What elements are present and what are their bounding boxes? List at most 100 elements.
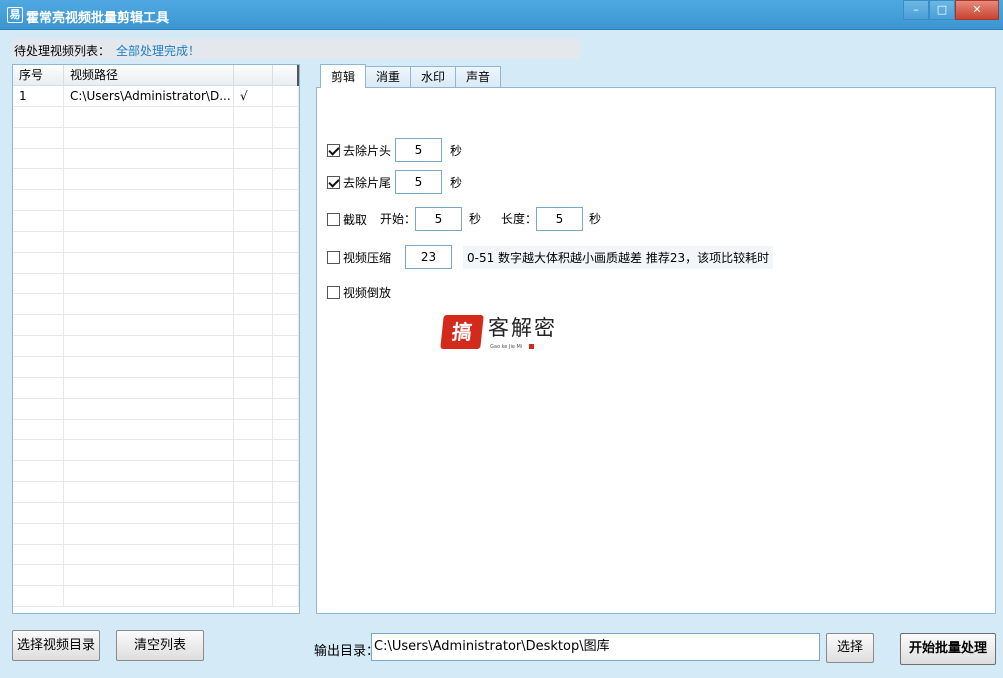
table-row[interactable]	[13, 356, 299, 378]
remove-head-option[interactable]: 去除片头	[327, 142, 391, 159]
table-row[interactable]	[13, 336, 299, 357]
extra-cell	[273, 440, 299, 461]
compress-crf-input[interactable]: 23	[405, 245, 452, 269]
status-cell	[234, 398, 273, 419]
table-row[interactable]	[13, 502, 299, 524]
index-cell	[13, 461, 64, 482]
index-cell	[13, 231, 64, 252]
reverse-option[interactable]: 视频倒放	[327, 284, 391, 301]
maximize-button[interactable]: □	[929, 0, 955, 20]
video-list[interactable]: 序号 视频路径 1 C:\Users\Administrator\D... √	[12, 64, 300, 614]
remove-tail-seconds-input[interactable]: 5	[395, 170, 442, 194]
clip-option[interactable]: 截取	[327, 211, 367, 228]
index-cell	[13, 273, 64, 294]
table-row[interactable]	[13, 211, 299, 232]
clear-list-button[interactable]: 清空列表	[116, 630, 204, 661]
table-row[interactable]	[13, 294, 299, 316]
remove-tail-option[interactable]: 去除片尾	[327, 174, 391, 191]
select-video-dir-button[interactable]: 选择视频目录	[12, 630, 100, 661]
extra-cell	[273, 252, 299, 273]
extra-cell	[273, 190, 299, 211]
path-cell	[64, 315, 234, 336]
table-row[interactable]: 1 C:\Users\Administrator\D... √	[13, 86, 299, 107]
table-row[interactable]	[13, 586, 299, 608]
remove-head-seconds-input[interactable]: 5	[395, 138, 442, 162]
extra-cell	[273, 482, 299, 502]
clip-start-input[interactable]: 5	[415, 207, 462, 231]
remove-head-label: 去除片头	[343, 144, 392, 158]
index-cell	[13, 315, 64, 336]
remove-head-checkbox[interactable]	[327, 144, 340, 157]
index-cell	[13, 356, 64, 377]
clip-checkbox[interactable]	[327, 213, 340, 226]
path-cell	[64, 211, 234, 231]
extra-cell	[273, 502, 299, 523]
start-batch-button[interactable]: 开始批量处理	[900, 633, 996, 665]
close-button[interactable]: ✕	[955, 0, 999, 20]
extra-cell	[273, 294, 299, 315]
clip-length-input[interactable]: 5	[536, 207, 583, 231]
path-cell	[64, 523, 234, 544]
table-row[interactable]	[13, 252, 299, 274]
table-row[interactable]	[13, 398, 299, 420]
status-cell	[234, 377, 273, 398]
index-cell	[13, 586, 64, 607]
extra-cell	[273, 315, 299, 336]
table-row[interactable]	[13, 419, 299, 441]
path-cell	[64, 356, 234, 377]
table-row[interactable]	[13, 482, 299, 503]
extra-cell	[273, 86, 299, 106]
path-cell	[64, 231, 234, 252]
path-cell	[64, 336, 234, 356]
table-row[interactable]	[13, 544, 299, 566]
extra-cell	[273, 377, 299, 398]
table-row[interactable]	[13, 565, 299, 587]
table-row[interactable]	[13, 523, 299, 545]
index-cell	[13, 398, 64, 419]
clip-length-unit: 秒	[589, 212, 602, 226]
remove-tail-checkbox[interactable]	[327, 176, 340, 189]
extra-cell	[273, 461, 299, 482]
path-cell	[64, 252, 234, 273]
column-header-index[interactable]: 序号	[13, 65, 64, 86]
extra-cell	[273, 544, 299, 565]
status-cell	[234, 440, 273, 461]
column-header-status[interactable]	[234, 65, 273, 86]
path-cell	[64, 148, 234, 169]
status-cell	[234, 127, 273, 148]
table-row[interactable]	[13, 127, 299, 149]
extra-cell	[273, 336, 299, 356]
path-cell	[64, 440, 234, 461]
path-cell	[64, 106, 234, 127]
compress-checkbox[interactable]	[327, 251, 340, 264]
status-cell	[234, 273, 273, 294]
table-row[interactable]	[13, 169, 299, 191]
compress-option[interactable]: 视频压缩	[327, 249, 391, 266]
status-cell	[234, 461, 273, 482]
list-body: 1 C:\Users\Administrator\D... √	[13, 86, 299, 608]
tab-edit[interactable]: 剪辑	[320, 64, 367, 88]
minimize-button[interactable]: –	[903, 0, 929, 20]
status-label: 待处理视频列表：	[14, 44, 111, 58]
column-header-path[interactable]: 视频路径	[64, 65, 234, 86]
choose-output-button[interactable]: 选择	[826, 633, 874, 663]
table-row[interactable]	[13, 273, 299, 295]
table-row[interactable]	[13, 461, 299, 483]
reverse-checkbox[interactable]	[327, 286, 340, 299]
tab-audio[interactable]: 声音	[455, 66, 502, 88]
compress-hint: 0-51 数字越大体积越小画质越差 推荐23，该项比较耗时	[463, 246, 774, 269]
tab-dedupe[interactable]: 消重	[365, 66, 412, 88]
index-cell: 1	[13, 86, 64, 106]
table-row[interactable]	[13, 315, 299, 337]
table-row[interactable]	[13, 440, 299, 462]
index-cell	[13, 482, 64, 502]
tab-watermark[interactable]: 水印	[410, 66, 457, 88]
table-row[interactable]	[13, 106, 299, 128]
settings-tab-panel: 剪辑 消重 水印 声音 去除片头 5 秒 去除片尾 5 秒 截取 开始： 5 秒…	[316, 64, 996, 614]
table-row[interactable]	[13, 377, 299, 399]
output-dir-input[interactable]: C:\Users\Administrator\Desktop\图库	[371, 633, 820, 661]
status-cell	[234, 336, 273, 356]
table-row[interactable]	[13, 148, 299, 170]
table-row[interactable]	[13, 190, 299, 212]
table-row[interactable]	[13, 231, 299, 253]
